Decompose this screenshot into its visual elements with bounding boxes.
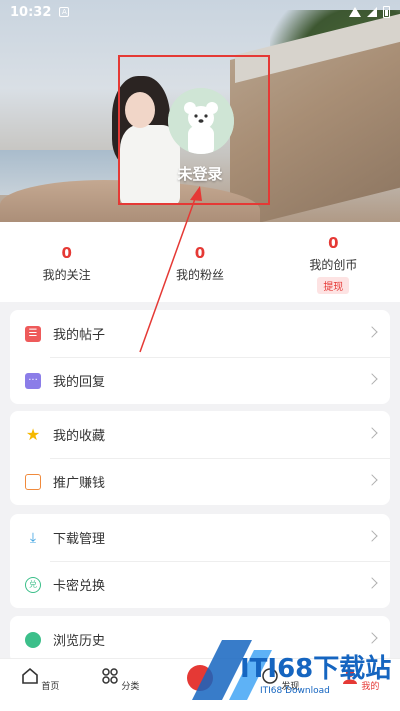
star-icon: ★ <box>25 425 41 444</box>
menu-item-label: 浏览历史 <box>53 634 106 649</box>
menu-item-label: 我的帖子 <box>53 328 106 343</box>
stat-value: 0 <box>61 244 72 262</box>
menu-card-downloads: ⤓ 下载管理 兑 卡密兑换 <box>10 514 390 608</box>
chevron-right-icon <box>366 326 378 338</box>
menu-item-my-replies[interactable]: ··· 我的回复 <box>10 357 390 404</box>
grid-icon <box>101 668 118 684</box>
watermark-sub: ITI68 Download <box>260 686 330 696</box>
stat-value: 0 <box>328 234 339 252</box>
menu-item-label: 我的回复 <box>53 375 106 390</box>
tab-category[interactable]: 分类 <box>80 659 160 711</box>
stat-value: 0 <box>194 244 206 262</box>
notification-app-icon: A <box>59 7 70 17</box>
menu-item-downloads[interactable]: ⤓ 下载管理 <box>10 514 390 561</box>
status-time: 10:32 <box>10 4 52 20</box>
menu-item-card-redeem[interactable]: 兑 卡密兑换 <box>10 561 390 608</box>
gift-icon <box>25 473 41 490</box>
annotation-highlight-box <box>118 55 270 205</box>
menu-item-label: 下载管理 <box>53 532 106 547</box>
tab-label: 分类 <box>121 682 140 692</box>
signal-icon <box>367 7 377 17</box>
clock-icon <box>25 631 41 648</box>
tab-label: 首页 <box>41 682 60 692</box>
menu-item-favorites[interactable]: ★ 我的收藏 <box>10 411 390 458</box>
watermark-brand: ITI68下载站 <box>240 654 392 684</box>
menu-item-label: 推广赚钱 <box>53 476 106 491</box>
menu-item-label: 我的收藏 <box>53 429 106 444</box>
chevron-right-icon <box>366 577 378 589</box>
menu-card-posts: ☰ 我的帖子 ··· 我的回复 <box>10 310 390 404</box>
reply-icon: ··· <box>25 372 41 389</box>
menu-item-promote[interactable]: 推广赚钱 <box>10 458 390 505</box>
status-bar: 10:32 A <box>0 0 400 24</box>
chevron-right-icon <box>366 530 378 542</box>
wifi-icon <box>349 7 361 17</box>
menu-card-favorites: ★ 我的收藏 推广赚钱 <box>10 411 390 505</box>
post-icon: ☰ <box>25 325 41 342</box>
withdraw-button[interactable]: 提现 <box>317 277 350 294</box>
stat-coins[interactable]: 0 我的创币 提现 <box>267 222 400 302</box>
stats-bar: 0 我的关注 0 我的粉丝 0 我的创币 提现 <box>0 222 400 302</box>
stat-following[interactable]: 0 我的关注 <box>0 222 133 302</box>
chevron-right-icon <box>366 474 378 486</box>
status-icons <box>349 6 390 18</box>
menu-item-my-posts[interactable]: ☰ 我的帖子 <box>10 310 390 357</box>
chevron-right-icon <box>366 373 378 385</box>
menu-item-label: 卡密兑换 <box>53 579 106 594</box>
watermark: ITI68下载站 ITI68 Download <box>192 630 397 708</box>
tab-home[interactable]: 首页 <box>0 659 80 711</box>
stat-followers[interactable]: 0 我的粉丝 <box>133 222 266 302</box>
stat-label: 我的关注 <box>42 268 91 282</box>
stat-label: 我的创币 <box>309 258 358 272</box>
home-icon <box>21 667 38 684</box>
chevron-right-icon <box>366 427 378 439</box>
battery-icon <box>383 6 390 18</box>
exchange-icon: 兑 <box>25 576 41 593</box>
download-icon: ⤓ <box>29 529 37 546</box>
stat-label: 我的粉丝 <box>175 268 224 282</box>
